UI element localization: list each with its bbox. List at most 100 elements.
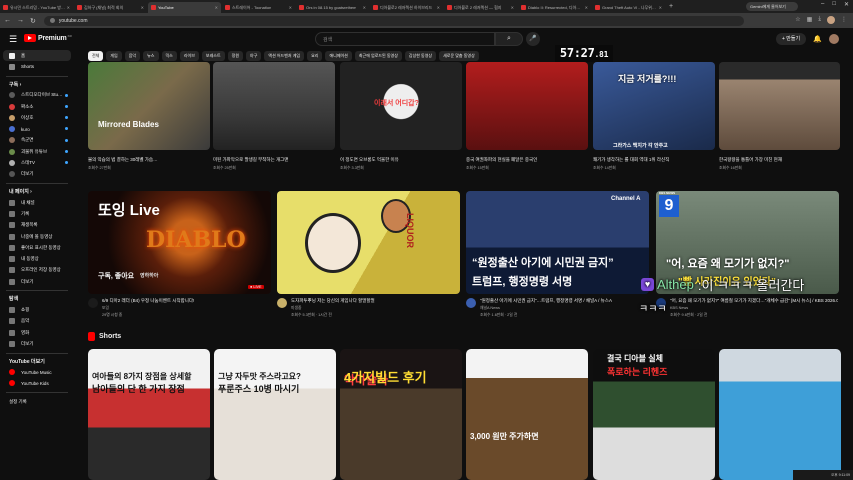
sidebar-item[interactable]: 좋아요 표시한 동영상 — [0, 242, 74, 253]
browser-tab[interactable]: Ors in 08.15 by goatsrethem ✕ — [296, 2, 369, 13]
browser-tab[interactable]: 디아블로2 레저렉션 하이브리드 ✕ — [370, 2, 443, 13]
close-icon[interactable]: ✕ — [844, 1, 849, 8]
video-thumbnail[interactable]: 지금 저거를?!!! 그라가스 백지가 각 안주고 — [593, 62, 715, 150]
sidebar-item[interactable]: Shorts — [0, 61, 74, 72]
sidebar-item[interactable]: 오프라인 저장 동영상 — [0, 265, 74, 276]
filter-chip[interactable]: 감상한 동영상 — [404, 51, 437, 61]
forward-icon[interactable]: → — [17, 17, 24, 24]
tab-close-icon[interactable]: ✕ — [511, 5, 514, 10]
filter-chip[interactable]: 요리 — [307, 51, 323, 61]
bookmark-icon[interactable]: ☆ — [795, 16, 800, 24]
video-title[interactable]: 도자파투뿌닝 저는 당신의 게임나다 할멀할멀 — [291, 298, 459, 304]
video-thumbnail[interactable] — [213, 62, 335, 150]
video-thumbnail[interactable] — [466, 62, 588, 150]
video-thumbnail[interactable]: LIQUOR — [277, 191, 460, 294]
sidebar-item[interactable]: 속군면 — [0, 135, 74, 146]
sidebar-item[interactable]: 음악 — [0, 316, 74, 327]
browser-tab[interactable]: 디아블로 2 레저렉션 — 협지 ✕ — [444, 2, 517, 13]
sidebar-item[interactable]: 스트디오다이브 Stu… — [0, 90, 74, 101]
browser-tab[interactable]: 유시민 스트리밍 - YouTube 방… ✕ — [0, 2, 73, 13]
voice-search-button[interactable]: 🎤 — [526, 32, 540, 46]
subscriptions-heading[interactable]: 구독 › — [0, 80, 74, 90]
tab-close-icon[interactable]: ✕ — [585, 5, 588, 10]
video-title[interactable]: 불의 악습의 법 결하는 30레벨 가슴… — [88, 157, 206, 163]
filter-chip[interactable]: 새로운 맞춤 동영상 — [439, 51, 479, 61]
video-title[interactable]: 미된 가파막으로 팔생길 부착하는 개그맨 — [213, 157, 331, 163]
sidebar-item[interactable]: 짜소소 — [0, 101, 74, 112]
youtube-logo[interactable]: Premium KR — [24, 34, 72, 42]
filter-chip[interactable]: 음악 — [124, 51, 141, 61]
settings-item[interactable]: 설정 기록 — [0, 396, 74, 407]
filter-chip[interactable]: 야구 — [246, 51, 262, 61]
sidebar-item[interactable]: 재생목록 — [0, 220, 74, 231]
video-title[interactable]: "원정출산 아기에 시민권 금지"…트럼프, 행정명령 서명 / 채널A / 뉴… — [480, 298, 648, 304]
minimize-icon[interactable]: – — [821, 1, 824, 8]
profile-avatar[interactable] — [827, 16, 835, 24]
channel-name[interactable]: 또잉 — [102, 306, 109, 311]
download-icon[interactable]: ⤓ — [818, 16, 821, 24]
filter-chip[interactable]: 뉴스 — [143, 51, 159, 61]
channel-avatar[interactable] — [277, 298, 287, 308]
sidebar-item[interactable]: 내 동영상 — [0, 253, 74, 264]
short-card[interactable]: 악마술사 4가지빌드 후기 — [340, 349, 462, 480]
video-title[interactable]: 6/9 디아2 래더 (B4) 우정 나눔이벤트 시작합니다! — [102, 298, 270, 304]
tab-close-icon[interactable]: ✕ — [215, 5, 218, 10]
sidebar-item[interactable]: 더보기 — [0, 169, 74, 180]
tab-close-icon[interactable]: ✕ — [659, 5, 662, 10]
sidebar-item[interactable]: 영화 — [0, 327, 74, 338]
reload-icon[interactable]: ↻ — [30, 17, 36, 25]
video-title[interactable]: 중국 여권좌파의 현실을 폐달은 중국인 — [466, 157, 584, 163]
filter-chip[interactable]: 애니메이션 — [325, 51, 352, 61]
maximize-icon[interactable]: □ — [832, 1, 836, 8]
browser-tab[interactable]: Diablo II: Resurrected, 디아… ✕ — [518, 2, 591, 13]
browser-tab[interactable]: 김하구 (채널) 최적 회의 ✕ — [74, 2, 147, 13]
short-card[interactable] — [719, 349, 841, 480]
account-avatar[interactable] — [829, 34, 839, 44]
sidebar-item[interactable]: YouTube Kids — [0, 378, 74, 389]
channel-name[interactable]: KBS News — [670, 306, 688, 310]
back-icon[interactable]: ← — [4, 17, 11, 24]
channel-avatar[interactable] — [88, 298, 98, 308]
sidebar-item[interactable]: 쇼핑 — [0, 304, 74, 315]
browser-tab[interactable]: Grand Theft Auto VI - 나무위… ✕ — [592, 2, 665, 13]
filter-chip[interactable]: 보레스트 — [201, 51, 225, 61]
tab-close-icon[interactable]: ✕ — [141, 5, 144, 10]
sidebar-item[interactable]: kuro — [0, 123, 74, 134]
filter-chip[interactable]: 정원 — [227, 51, 244, 61]
gemini-button[interactable]: Gemini에게 물어보기 — [746, 2, 798, 11]
video-title[interactable]: 쾌기가 생각하는 롤 대회 역대 1위 라신직 — [593, 157, 711, 163]
tab-close-icon[interactable]: ✕ — [437, 5, 440, 10]
browser-tab[interactable]: 스트레이어 - Toonation ✕ — [222, 2, 295, 13]
search-button[interactable]: ⌕ — [495, 32, 523, 46]
extensions-icon[interactable]: ▦ — [807, 16, 813, 24]
sidebar-item[interactable]: 더보기 — [0, 338, 74, 349]
search-input[interactable]: 검색 — [315, 32, 495, 46]
video-thumbnail[interactable]: Mirrored Blades — [88, 62, 210, 150]
video-thumbnail[interactable] — [719, 62, 840, 150]
video-thumbnail[interactable]: 또잉 Live DIABLO 구독, 좋아요 영하하아 — [88, 191, 271, 294]
short-card[interactable]: 그냥 자두맛 주스라고요? 푸룬주스 10병 마시기 — [214, 349, 336, 480]
filter-chip[interactable]: 믹스 — [161, 51, 177, 61]
video-title[interactable]: 한국왕왕을 통틀어 가장 미친 현재 — [719, 157, 837, 163]
menu-icon[interactable]: ⋮ — [841, 16, 847, 24]
video-title[interactable]: 이 정도면 오브롱도 억울한 이유 — [340, 157, 458, 163]
sidebar-item[interactable]: 스테TV — [0, 157, 74, 168]
tab-close-icon[interactable]: ✕ — [289, 5, 292, 10]
channel-name[interactable]: 채널A News — [480, 306, 500, 311]
sidebar-item[interactable]: 이상호 — [0, 112, 74, 123]
sidebar-item[interactable]: YouTube Music — [0, 367, 74, 378]
browser-tab[interactable]: YouTube ✕ — [148, 2, 221, 13]
sidebar-item[interactable]: 내 채널 — [0, 197, 74, 208]
notifications-icon[interactable]: 🔔 — [813, 35, 822, 43]
filter-chip[interactable]: 전체 — [88, 51, 104, 61]
sidebar-item[interactable]: 기록 — [0, 208, 74, 219]
tab-close-icon[interactable]: ✕ — [67, 5, 70, 10]
filter-chip[interactable]: 라이브 — [179, 51, 199, 61]
tab-close-icon[interactable]: ✕ — [363, 5, 366, 10]
video-thumbnail[interactable]: Channel A “원정출산 아기에 시민권 금지” 트럼프, 행정명령 서명 — [466, 191, 649, 294]
channel-name[interactable]: 미생중 — [291, 306, 301, 311]
url-field[interactable]: youtube.com — [43, 15, 744, 26]
channel-avatar[interactable] — [466, 298, 476, 308]
sidebar-item[interactable]: 홈 — [3, 50, 71, 62]
hamburger-menu-icon[interactable]: ☰ — [9, 34, 17, 45]
